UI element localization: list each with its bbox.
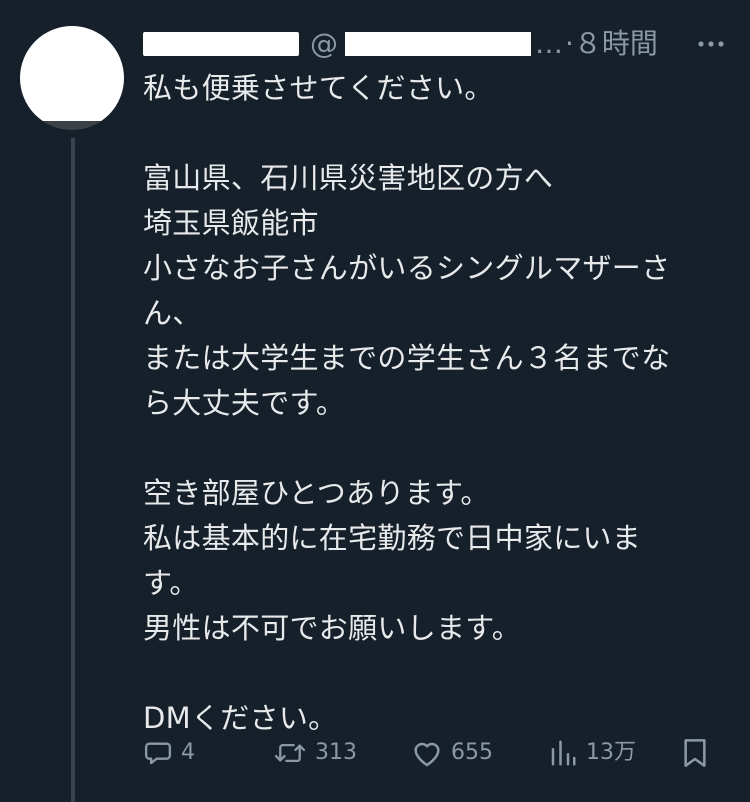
display-name-redacted[interactable] bbox=[143, 32, 299, 56]
thread-line bbox=[71, 138, 75, 802]
retweet-arrows-icon bbox=[273, 738, 307, 768]
tweet-header: @ … ·８時間 bbox=[143, 24, 743, 64]
tweet-line: す。 bbox=[143, 566, 199, 600]
reply-count: 4 bbox=[181, 740, 195, 765]
avatar[interactable] bbox=[20, 26, 124, 130]
tweet-line: 小さなお子さんがいるシングルマザーさ bbox=[143, 251, 671, 285]
tweet-line: ら大丈夫です。 bbox=[143, 386, 346, 420]
heart-icon bbox=[411, 738, 443, 768]
handle-at-sign[interactable]: @ bbox=[310, 26, 338, 62]
bar-chart-icon bbox=[548, 738, 578, 768]
bookmark-icon bbox=[681, 737, 709, 769]
view-count: 13万 bbox=[586, 740, 636, 765]
retweet-count: 313 bbox=[315, 740, 357, 765]
tweet[interactable]: @ … ·８時間 私も便乗させてください。 富山県、石川県災害地区の方へ 埼玉県… bbox=[0, 0, 750, 802]
tweet-line: 空き部屋ひとつあります。 bbox=[143, 476, 490, 510]
avatar-redaction bbox=[20, 26, 124, 121]
tweet-line: ん、 bbox=[143, 296, 202, 330]
views-button[interactable]: 13万 bbox=[548, 728, 636, 778]
bookmark-button[interactable] bbox=[681, 728, 709, 778]
tweet-line: 私は基本的に在宅勤務で日中家にいま bbox=[143, 521, 642, 555]
speech-bubble-icon bbox=[143, 738, 173, 768]
timestamp[interactable]: ·８時間 bbox=[565, 26, 658, 62]
tweet-line: 男性は不可でお願いします。 bbox=[143, 611, 522, 645]
tweet-line: 埼玉県飯能市 bbox=[143, 206, 319, 240]
tweet-text: 私も便乗させてください。 富山県、石川県災害地区の方へ 埼玉県飯能市 小さなお子… bbox=[143, 66, 728, 741]
action-bar: 4 313 655 13万 bbox=[143, 728, 723, 778]
tweet-line: 富山県、石川県災害地区の方へ bbox=[143, 161, 554, 195]
more-dots-icon[interactable] bbox=[691, 24, 731, 64]
handle-redacted[interactable] bbox=[345, 32, 531, 56]
reply-button[interactable]: 4 bbox=[143, 728, 195, 778]
handle-ellipsis: … bbox=[535, 27, 563, 60]
tweet-line: または大学生までの学生さん３名までな bbox=[143, 341, 671, 375]
tweet-line: 私も便乗させてください。 bbox=[143, 71, 494, 105]
like-button[interactable]: 655 bbox=[411, 728, 493, 778]
retweet-button[interactable]: 313 bbox=[273, 728, 357, 778]
like-count: 655 bbox=[451, 740, 493, 765]
